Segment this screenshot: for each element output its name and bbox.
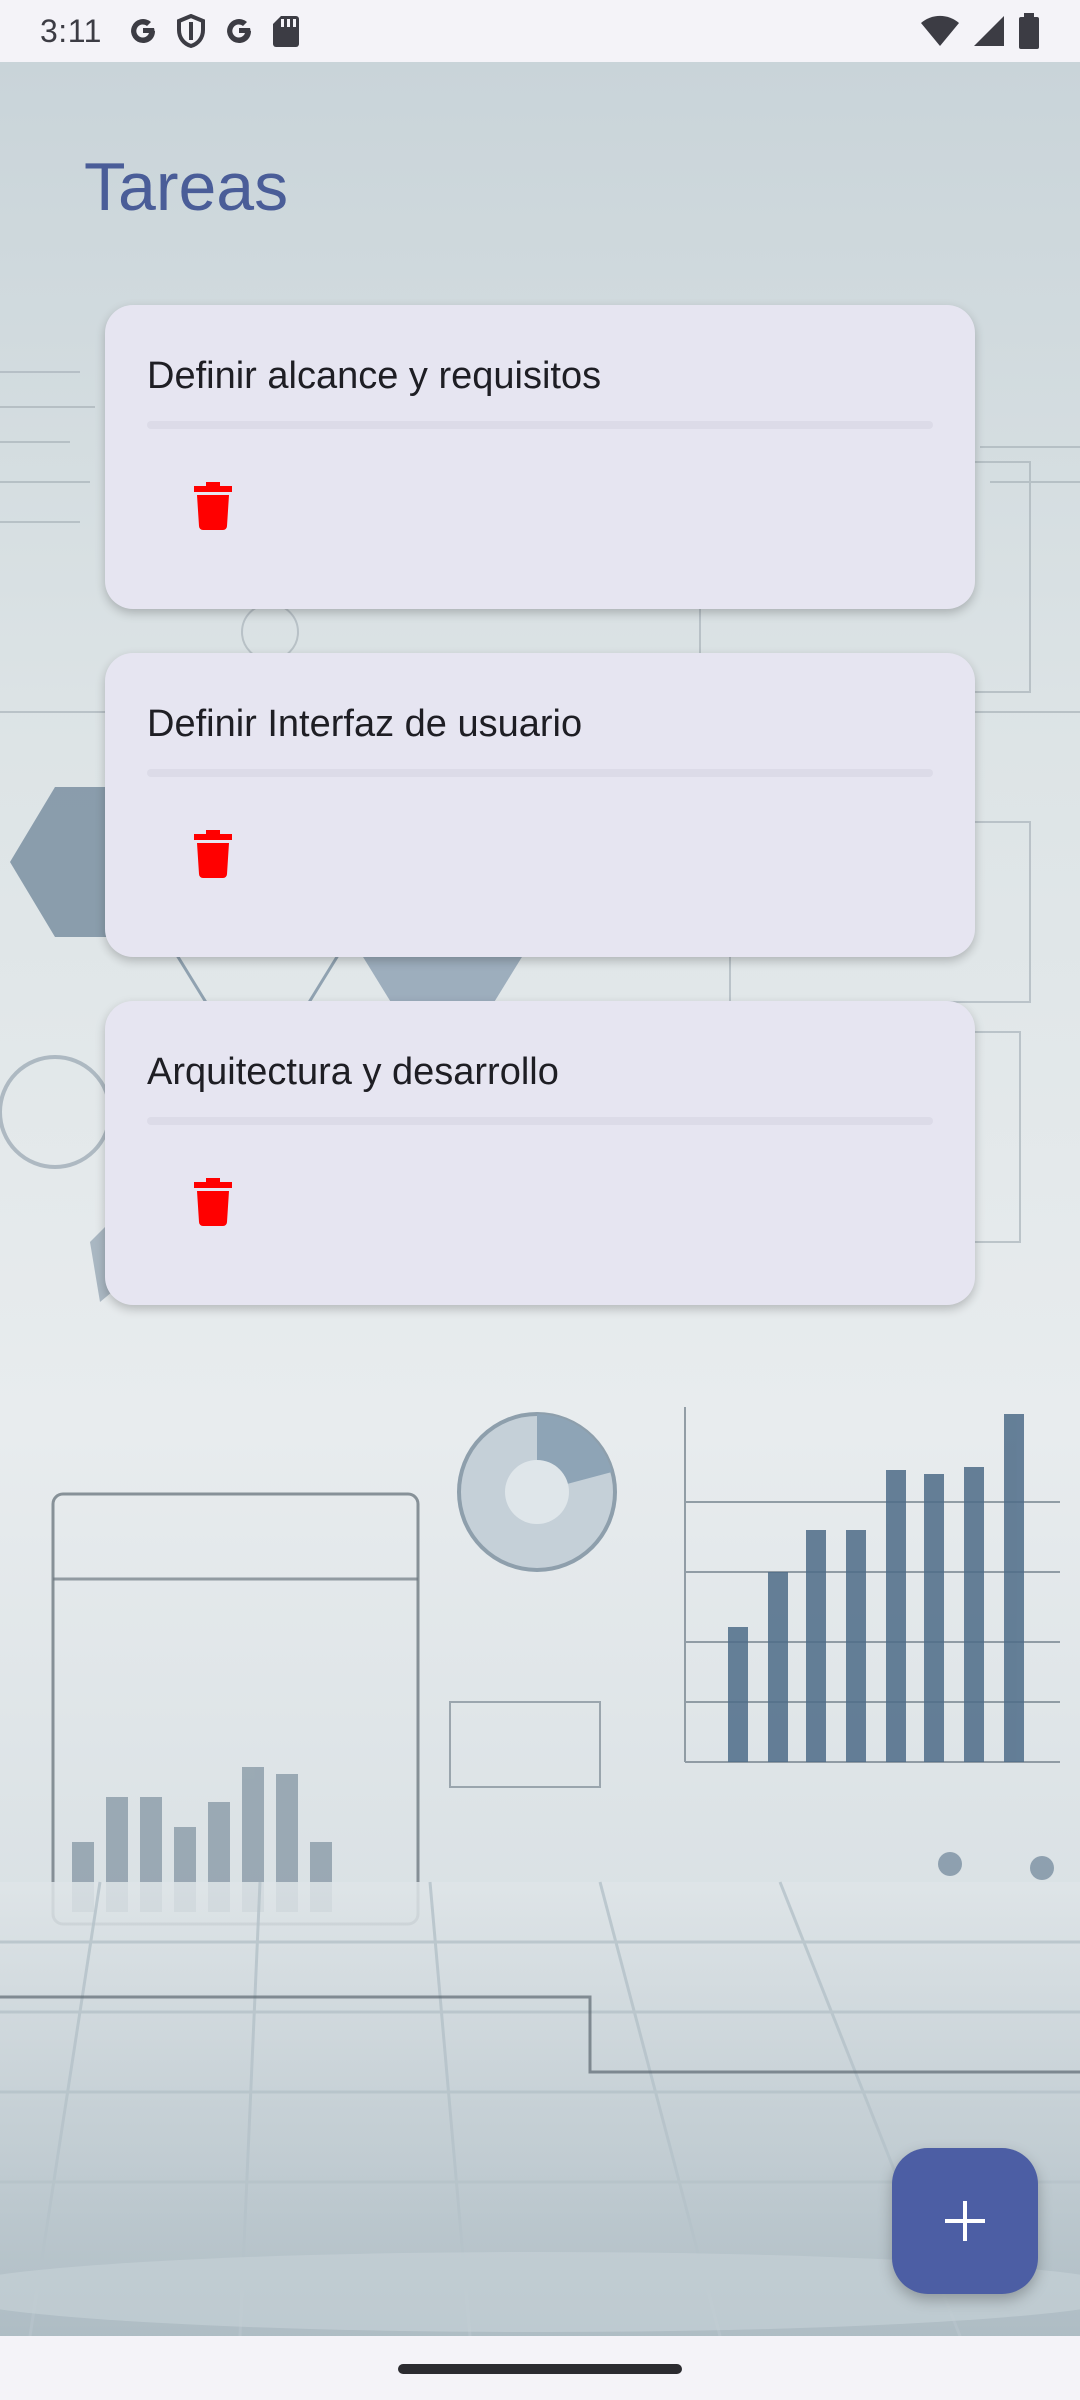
navigation-bar [0, 2336, 1080, 2400]
task-card[interactable]: Arquitectura y desarrollo [105, 1001, 975, 1305]
task-card[interactable]: Definir Interfaz de usuario [105, 653, 975, 957]
task-title: Definir Interfaz de usuario [147, 703, 583, 745]
system-icons [920, 13, 1040, 49]
google-icon [126, 14, 160, 48]
task-title: Arquitectura y desarrollo [147, 1051, 559, 1093]
delete-task-button[interactable] [185, 823, 241, 885]
shield-icon [176, 14, 206, 48]
delete-task-button[interactable] [185, 1171, 241, 1233]
task-divider [147, 421, 933, 429]
task-title: Definir alcance y requisitos [147, 355, 602, 397]
plus-icon [945, 2201, 985, 2241]
sd-card-icon [272, 14, 300, 48]
notification-icons [126, 14, 300, 48]
task-card[interactable]: Definir alcance y requisitos [105, 305, 975, 609]
trash-icon [194, 1178, 232, 1226]
status-bar: 3:11 [0, 0, 1080, 62]
task-divider [147, 769, 933, 777]
trash-icon [194, 830, 232, 878]
trash-icon [194, 482, 232, 530]
home-indicator[interactable] [398, 2364, 682, 2374]
battery-icon [1018, 13, 1040, 49]
signal-icon [972, 14, 1006, 48]
wifi-icon [920, 14, 960, 48]
page-title: Tareas [84, 149, 289, 225]
task-divider [147, 1117, 933, 1125]
status-time: 3:11 [40, 12, 102, 49]
delete-task-button[interactable] [185, 475, 241, 537]
google-icon [222, 14, 256, 48]
add-task-button[interactable] [892, 2148, 1038, 2294]
